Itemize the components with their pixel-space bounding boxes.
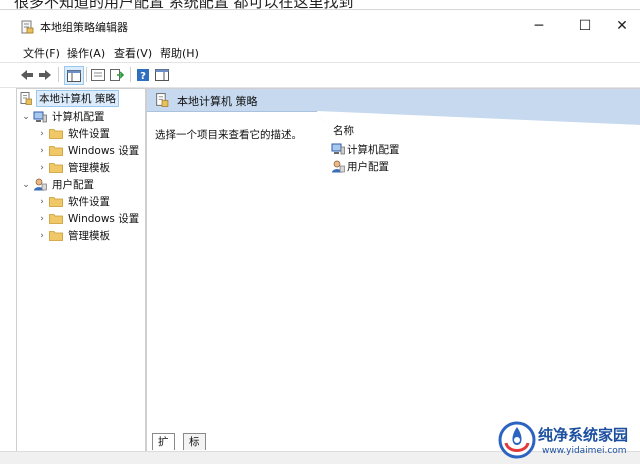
menu-help[interactable]: 帮助(H) [157,44,202,62]
menu-bar: 文件(F) 操作(A) 查看(V) 帮助(H) [0,42,640,62]
maximize-button[interactable]: ☐ [562,10,608,42]
tree-item-label: 软件设置 [68,196,110,208]
tree-item-label: 计算机配置 [52,111,105,123]
policy-editor-app-icon [21,20,34,34]
user-icon [331,159,345,173]
menu-action[interactable]: 操作(A) [64,44,108,62]
properties-icon[interactable] [89,66,107,83]
tree-item-admin-templates[interactable]: › 管理模板 [36,227,112,244]
column-header-name[interactable]: 名称 [333,123,354,138]
forward-arrow-icon[interactable] [36,66,54,83]
tree-item-windows-settings[interactable]: › Windows 设置 [36,142,141,159]
description-text: 选择一个项目来查看它的描述。 [155,129,302,141]
title-bar[interactable]: 本地组策略编辑器 ─ ☐ ✕ [0,10,640,42]
details-header-title: 本地计算机 策略 [177,95,258,108]
toolbar-separator [130,67,131,82]
list-item-user-config[interactable]: 用户配置 [331,158,389,174]
close-button[interactable]: ✕ [604,10,640,42]
tree-item-software-settings[interactable]: › 软件设置 [36,193,112,210]
tree-item-label: 用户配置 [52,179,94,191]
tree-item-computer-config[interactable]: ⌄ 计算机配置 [20,108,107,125]
tree-item-label: 管理模板 [68,162,110,174]
menu-view[interactable]: 查看(V) [111,44,155,62]
tree-item-label: Windows 设置 [68,213,140,225]
chevron-down-icon[interactable]: ⌄ [20,112,32,122]
toolbar: ? [0,62,640,88]
chevron-right-icon[interactable]: › [36,231,48,241]
computer-icon [331,142,345,156]
details-pane[interactable]: 本地计算机 策略 选择一个项目来查看它的描述。 名称 计算机配置 用户配置 [146,88,640,452]
window-title: 本地组策略编辑器 [40,21,128,34]
tree-item-label: 本地计算机 策略 [36,90,119,107]
show-action-pane-icon[interactable] [153,66,171,83]
policy-document-icon [156,93,169,107]
toolbar-separator [58,67,59,82]
details-header: 本地计算机 策略 [147,89,640,112]
show-hide-tree-icon[interactable] [64,66,84,85]
tree-item-label: 管理模板 [68,230,110,242]
folder-icon [48,212,64,226]
tree-item-software-settings[interactable]: › 软件设置 [36,125,112,142]
article-text: 很多不知道的用户配置 系统配置 都可以在这里找到 [14,0,354,9]
tree-item-label: 软件设置 [68,128,110,140]
svg-text:?: ? [140,71,146,82]
help-icon[interactable]: ? [134,66,152,83]
site-watermark: 纯净系统家园 www.yidaimei.com [498,419,640,462]
article-text-strip: 很多不知道的用户配置 系统配置 都可以在这里找到 [0,0,640,9]
chevron-right-icon[interactable]: › [36,214,48,224]
watermark-logo-icon [498,421,536,459]
folder-icon [48,127,64,141]
chevron-right-icon[interactable]: › [36,163,48,173]
tree-pane[interactable]: 本地计算机 策略 ⌄ 计算机配置 › 软件设置 › Windows 设置 › 管… [16,88,146,452]
policy-document-icon [18,92,34,106]
tree-item-admin-templates[interactable]: › 管理模板 [36,159,112,176]
list-item-computer-config[interactable]: 计算机配置 [331,141,400,157]
tab-standard[interactable]: 标准 [183,433,206,464]
tree-item-user-config[interactable]: ⌄ 用户配置 [20,176,96,193]
watermark-url: www.yidaimei.com [542,446,627,456]
tab-extended[interactable]: 扩展 [152,433,175,464]
watermark-title: 纯净系统家园 [538,426,629,444]
menu-file[interactable]: 文件(F) [20,44,63,62]
chevron-down-icon[interactable]: ⌄ [20,180,32,190]
minimize-button[interactable]: ─ [516,10,562,42]
group-policy-editor-window: 本地组策略编辑器 ─ ☐ ✕ 文件(F) 操作(A) 查看(V) 帮助(H) ? [0,9,640,464]
toolbar-separator [86,67,87,82]
computer-icon [32,110,48,124]
chevron-right-icon[interactable]: › [36,129,48,139]
list-item-label: 用户配置 [347,160,389,173]
chevron-right-icon[interactable]: › [36,146,48,156]
list-item-label: 计算机配置 [347,143,400,156]
folder-icon [48,195,64,209]
tree-item-windows-settings[interactable]: › Windows 设置 [36,210,141,227]
tree-item-local-computer-policy[interactable]: 本地计算机 策略 [18,90,119,107]
tree-item-label: Windows 设置 [68,145,140,157]
folder-icon [48,229,64,243]
back-arrow-icon[interactable] [18,66,36,83]
chevron-right-icon[interactable]: › [36,197,48,207]
user-icon [32,178,48,192]
export-list-icon[interactable] [108,66,126,83]
folder-icon [48,144,64,158]
header-decoration [317,111,640,125]
folder-icon [48,161,64,175]
